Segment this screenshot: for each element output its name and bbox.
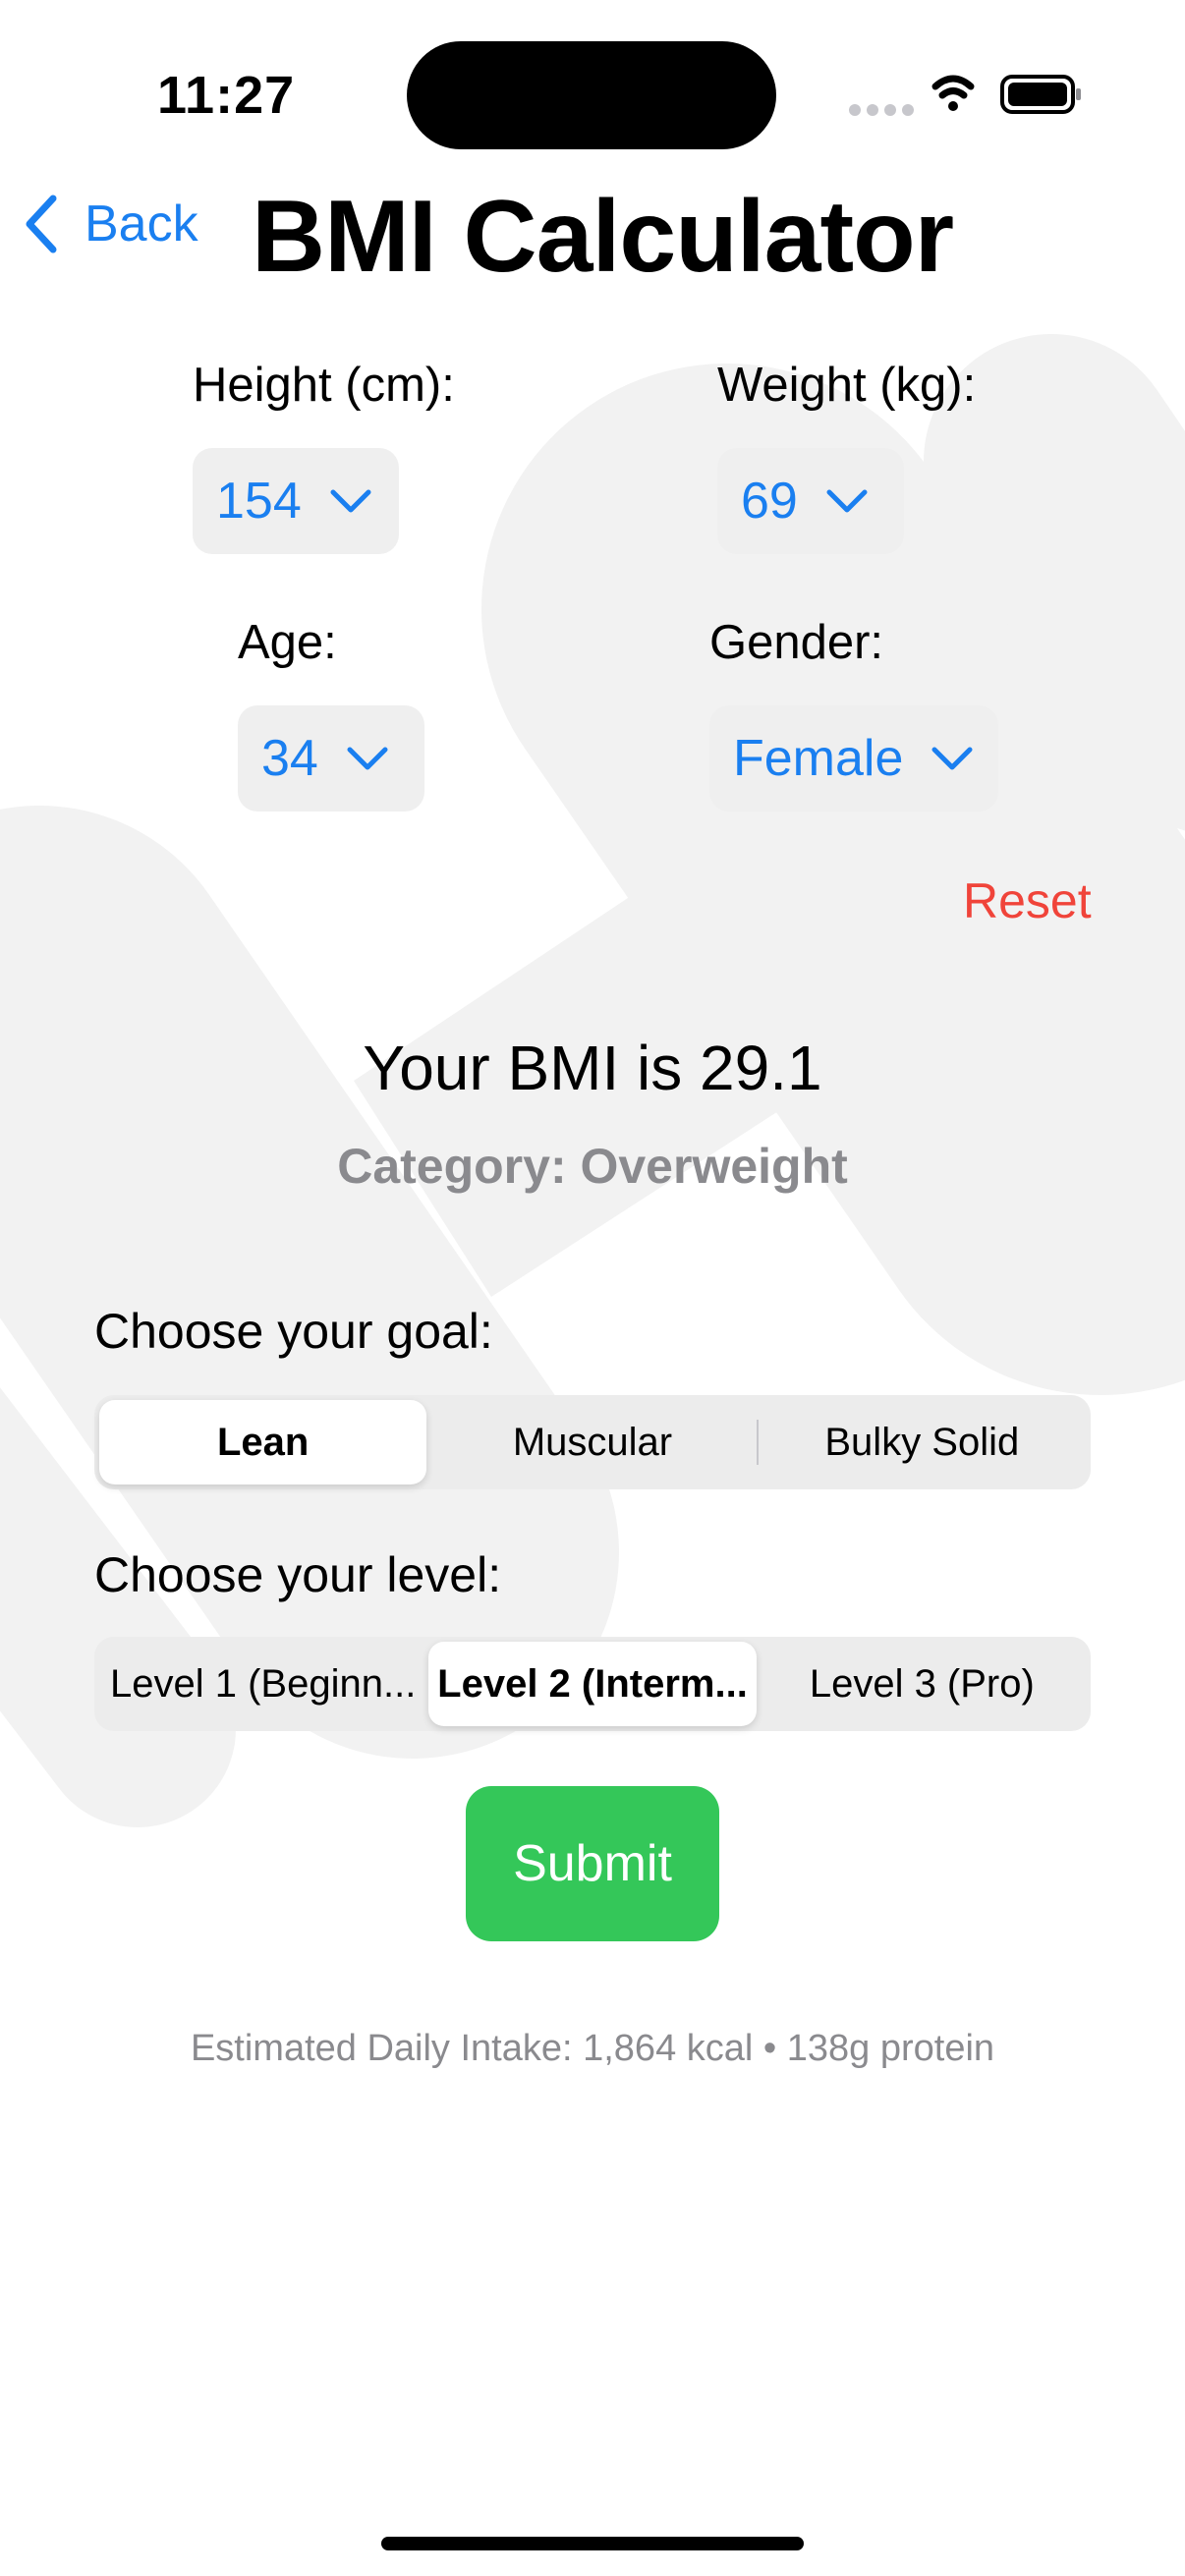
- reset-button[interactable]: Reset: [963, 872, 1092, 929]
- goal-option-bulky-solid[interactable]: Bulky Solid: [759, 1400, 1086, 1484]
- age-picker[interactable]: 34: [238, 705, 424, 812]
- chevron-down-icon: [347, 747, 388, 770]
- wifi-icon: [931, 75, 975, 111]
- chevron-left-icon: [26, 195, 57, 253]
- back-label: Back: [85, 196, 198, 252]
- age-label: Age:: [238, 616, 337, 669]
- submit-button[interactable]: Submit: [466, 1786, 719, 1941]
- battery-icon: [1000, 75, 1081, 114]
- level-option-2[interactable]: Level 2 (Interm...: [428, 1642, 757, 1726]
- status-time: 11:27: [157, 66, 296, 125]
- home-indicator[interactable]: [381, 2537, 804, 2550]
- level-label: Choose your level:: [94, 1547, 502, 1602]
- gender-picker[interactable]: Female: [709, 705, 998, 812]
- signal-icon: [849, 104, 914, 116]
- daily-intake-text: Estimated Daily Intake: 1,864 kcal • 138…: [190, 2028, 995, 2069]
- goal-option-muscular[interactable]: Muscular: [428, 1400, 756, 1484]
- gender-value: Female: [733, 730, 904, 787]
- gender-label: Gender:: [709, 616, 884, 669]
- weight-label: Weight (kg):: [717, 359, 977, 412]
- goal-label: Choose your goal:: [94, 1304, 493, 1359]
- goal-segmented-control[interactable]: Lean Muscular Bulky Solid: [94, 1395, 1091, 1489]
- dynamic-island: [407, 41, 776, 149]
- weight-picker[interactable]: 69: [717, 448, 904, 554]
- chevron-down-icon: [330, 489, 371, 513]
- age-value: 34: [261, 730, 318, 787]
- height-picker[interactable]: 154: [193, 448, 399, 554]
- goal-option-lean[interactable]: Lean: [99, 1400, 427, 1484]
- background-watermark: [0, 334, 1185, 1827]
- page-title: BMI Calculator: [252, 180, 954, 294]
- weight-value: 69: [741, 473, 798, 530]
- level-option-3[interactable]: Level 3 (Pro): [759, 1642, 1086, 1726]
- level-option-1[interactable]: Level 1 (Beginn...: [99, 1642, 426, 1726]
- level-segmented-control[interactable]: Level 1 (Beginn... Level 2 (Interm... Le…: [94, 1637, 1091, 1731]
- bmi-result: Your BMI is 29.1: [363, 1033, 822, 1103]
- chevron-down-icon: [826, 489, 868, 513]
- height-value: 154: [216, 473, 302, 530]
- bmi-category: Category: Overweight: [337, 1139, 848, 1194]
- back-button[interactable]: Back: [24, 195, 198, 253]
- chevron-down-icon: [931, 747, 973, 770]
- height-label: Height (cm):: [193, 359, 455, 412]
- status-icons: [849, 75, 1081, 116]
